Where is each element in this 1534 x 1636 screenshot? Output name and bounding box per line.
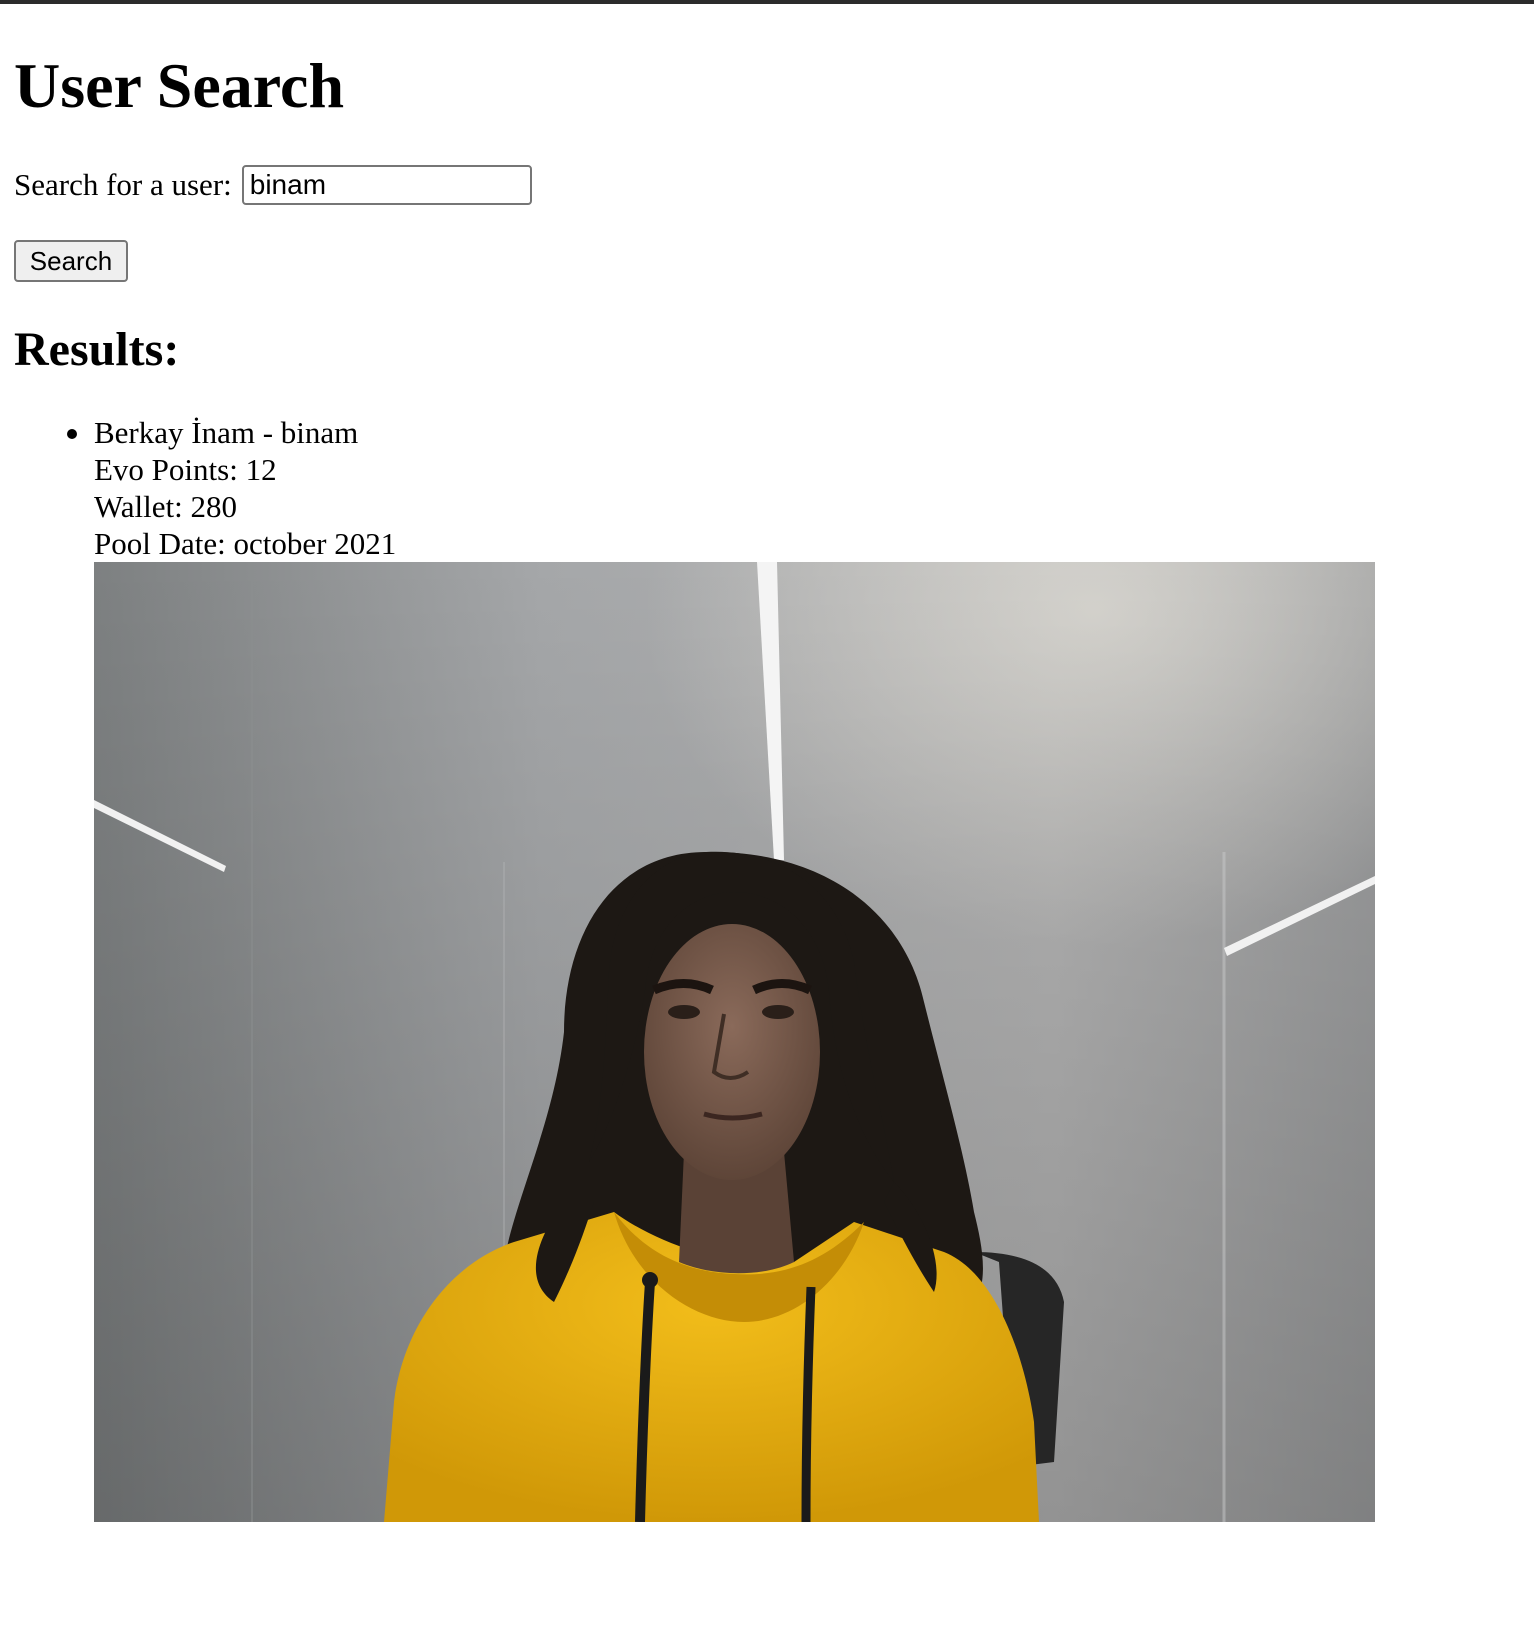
page-title: User Search xyxy=(14,50,345,121)
results-list: Berkay İnam - binam Evo Points: 12 Walle… xyxy=(14,414,1375,1522)
search-input[interactable] xyxy=(241,165,532,205)
evo-points-line: Evo Points: 12 xyxy=(94,452,277,487)
user-photo xyxy=(94,562,1375,1522)
results-heading: Results: xyxy=(14,323,180,376)
bullet-icon xyxy=(67,429,77,439)
search-button[interactable]: Search xyxy=(14,240,128,282)
search-row: Search for a user: xyxy=(14,164,532,206)
wallet-line: Wallet: 280 xyxy=(94,489,237,524)
search-label: Search for a user: xyxy=(14,167,232,202)
user-name-line: Berkay İnam - binam xyxy=(94,415,359,450)
pool-date-line: Pool Date: october 2021 xyxy=(94,526,397,561)
list-item: Berkay İnam - binam Evo Points: 12 Walle… xyxy=(14,414,1375,1522)
